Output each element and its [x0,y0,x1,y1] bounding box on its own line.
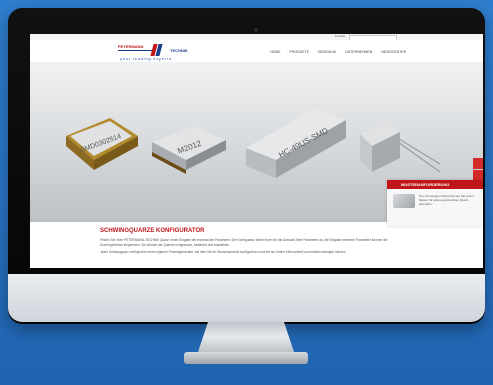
webcam-icon [254,28,258,32]
component-hc49-crystal: HC-49US-SMD [246,108,346,178]
configurator-paragraph-2: Jeder Schwingquarz verfügt über einen ei… [100,250,347,254]
company-logo[interactable]: PETERMANN TECHNIK your leading experts [118,44,198,62]
nav-produkte[interactable]: PRODUKTE [290,50,309,54]
configurator-heading: SCHWINGQUARZE KONFIGURATOR [100,228,205,234]
component-smd-crystal-1: SMD0302514 [66,118,138,170]
component-thru-hole-crystal [360,122,441,173]
monitor-screen: Kontakt PETERMANN TECHNIK your leading e… [30,34,483,268]
logo-underline [118,50,152,51]
side-button-share[interactable] [473,158,483,169]
contact-link[interactable]: Kontakt [335,34,345,38]
sample-request-panel[interactable]: MUSTERANFORDERUNG Nur mit wenigen Klicks… [387,180,483,226]
nav-design-in[interactable]: DESIGN-IN [318,50,336,54]
nav-newscenter[interactable]: NEWSCENTER [381,50,406,54]
logo-tagline: your leading experts [120,56,173,61]
configurator-paragraph-1: Finden Sie ihren PETERMANN-TECHNIK Quarz… [100,238,388,247]
sample-request-title: MUSTERANFORDERUNG [387,180,483,189]
configurator-section: SCHWINGQUARZE KONFIGURATOR Finden Sie ih… [100,228,400,258]
nav-home[interactable]: HOME [270,50,281,54]
logo-name-a: PETERMANN [118,44,144,49]
sample-chip-image [393,194,415,208]
sample-request-text: Nur mit wenigen Klicks können Sie sofort… [419,194,474,206]
component-smd-crystal-2: M2012 [152,126,226,174]
logo-name-b: TECHNIK [170,48,188,53]
monitor-chin [8,274,485,322]
main-nav: HOME PRODUKTE DESIGN-IN UNTERNEHMEN NEWS… [270,50,406,54]
site-header: PETERMANN TECHNIK your leading experts H… [30,40,483,62]
nav-unternehmen[interactable]: UNTERNEHMEN [345,50,372,54]
monitor-base [184,352,308,364]
